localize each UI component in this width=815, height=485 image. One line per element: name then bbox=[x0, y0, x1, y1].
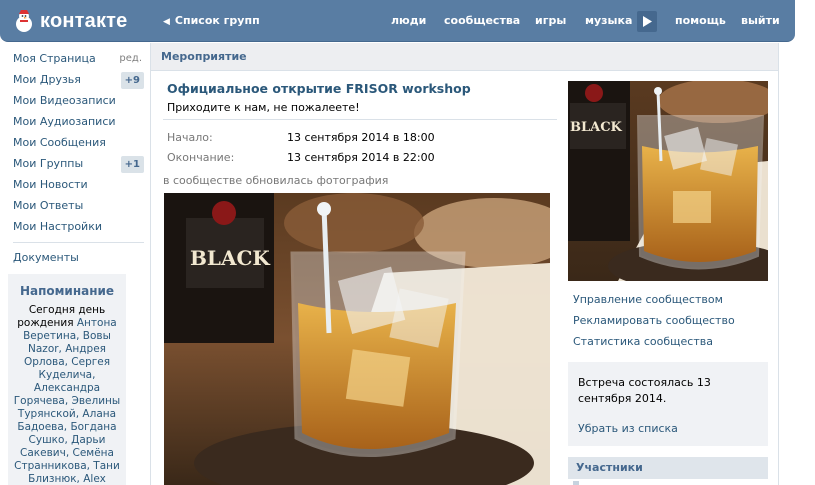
right-divider bbox=[778, 43, 779, 485]
menu-item-label: Мои Ответы bbox=[13, 199, 84, 212]
nav-music[interactable]: музыка bbox=[585, 14, 632, 27]
section-header: Мероприятие bbox=[150, 43, 779, 71]
menu-documents[interactable]: Документы bbox=[8, 247, 144, 268]
post-note: в сообществе обновилась фотография bbox=[163, 174, 389, 187]
menu-item-label: Документы bbox=[13, 251, 79, 264]
snowman-logo-icon bbox=[12, 9, 36, 33]
reminder-today: Сегодня bbox=[28, 304, 79, 316]
section-title: Мероприятие bbox=[161, 50, 247, 63]
nav-logout[interactable]: выйти bbox=[741, 14, 780, 27]
left-divider bbox=[150, 43, 151, 485]
members-header[interactable]: Участники bbox=[568, 457, 768, 479]
friends-count-badge: +9 bbox=[120, 72, 144, 89]
info-divider bbox=[163, 119, 557, 120]
nav-communities[interactable]: сообщества bbox=[444, 14, 520, 27]
remove-from-list-link[interactable]: Убрать из списка bbox=[578, 422, 678, 435]
left-menu: Моя Страница ред. Мои Друзья +9 Мои Виде… bbox=[8, 48, 144, 268]
bottle-label-text: BLACK bbox=[570, 120, 623, 135]
groups-count-badge: +1 bbox=[120, 156, 144, 173]
start-value: 13 сентября 2014 в 18:00 bbox=[287, 131, 435, 144]
back-link-label: Список групп bbox=[174, 14, 260, 27]
logo-text: контакте bbox=[40, 9, 128, 32]
menu-divider bbox=[13, 242, 144, 243]
birthday-names-links[interactable]: Антона Веретина, Вовы Nazor, Андрея Орло… bbox=[14, 317, 120, 485]
top-header: контакте ◀ Список групп люди сообщества и… bbox=[0, 0, 795, 42]
menu-my-settings[interactable]: Мои Настройки bbox=[8, 216, 144, 237]
edit-link[interactable]: ред. bbox=[119, 48, 142, 69]
menu-my-groups[interactable]: Мои Группы +1 bbox=[8, 153, 144, 174]
community-avatar-photo[interactable]: BLACK bbox=[568, 81, 768, 281]
menu-item-label: Мои Группы bbox=[13, 157, 84, 170]
chevron-left-icon: ◀ bbox=[163, 17, 170, 27]
menu-item-label: Мои Новости bbox=[13, 178, 88, 191]
members-title: Участники bbox=[576, 461, 643, 474]
menu-item-label: Мои Аудиозаписи bbox=[13, 115, 116, 128]
back-to-groups-link[interactable]: ◀ Список групп bbox=[163, 14, 260, 27]
bottle-label-text: BLACK bbox=[190, 246, 270, 270]
menu-my-videos[interactable]: Мои Видеозаписи bbox=[8, 90, 144, 111]
menu-my-audio[interactable]: Мои Аудиозаписи bbox=[8, 111, 144, 132]
menu-my-page[interactable]: Моя Страница ред. bbox=[8, 48, 144, 69]
menu-item-label: Моя Страница bbox=[13, 52, 96, 65]
nav-games[interactable]: игры bbox=[535, 14, 566, 27]
nav-help[interactable]: помощь bbox=[675, 14, 726, 27]
reminder-text: Сегодня день рождения Антона Веретина, В… bbox=[8, 304, 126, 485]
play-right-icon bbox=[643, 16, 652, 27]
menu-item-label: Мои Сообщения bbox=[13, 136, 106, 149]
event-ended-notice: Встреча состоялась 13 сентября 2014. Убр… bbox=[568, 362, 768, 446]
start-label: Начало: bbox=[167, 131, 213, 144]
menu-my-news[interactable]: Мои Новости bbox=[8, 174, 144, 195]
player-button[interactable] bbox=[637, 11, 657, 32]
reminder-title: Напоминание bbox=[19, 284, 115, 298]
menu-my-answers[interactable]: Мои Ответы bbox=[8, 195, 144, 216]
end-value: 13 сентября 2014 в 22:00 bbox=[287, 151, 435, 164]
community-photo[interactable]: BLACK bbox=[164, 193, 550, 485]
notice-text: Встреча состоялась 13 сентября 2014. bbox=[578, 376, 711, 405]
nav-people[interactable]: люди bbox=[391, 14, 426, 27]
end-label: Окончание: bbox=[167, 151, 235, 164]
menu-my-friends[interactable]: Мои Друзья +9 bbox=[8, 69, 144, 90]
event-title: Официальное открытие FRISOR workshop bbox=[167, 81, 471, 96]
menu-my-messages[interactable]: Мои Сообщения bbox=[8, 132, 144, 153]
advertise-community-link[interactable]: Рекламировать сообщество bbox=[573, 314, 735, 327]
community-stats-link[interactable]: Статистика сообщества bbox=[573, 335, 713, 348]
menu-item-label: Мои Друзья bbox=[13, 73, 81, 86]
birthday-reminder: Напоминание Сегодня день рождения Антона… bbox=[8, 274, 126, 485]
logo[interactable]: контакте bbox=[12, 9, 128, 33]
event-description: Приходите к нам, не пожалеете! bbox=[167, 101, 360, 114]
menu-item-label: Мои Видеозаписи bbox=[13, 94, 116, 107]
manage-community-link[interactable]: Управление сообществом bbox=[573, 293, 723, 306]
member-avatar[interactable] bbox=[573, 481, 579, 485]
menu-item-label: Мои Настройки bbox=[13, 220, 102, 233]
